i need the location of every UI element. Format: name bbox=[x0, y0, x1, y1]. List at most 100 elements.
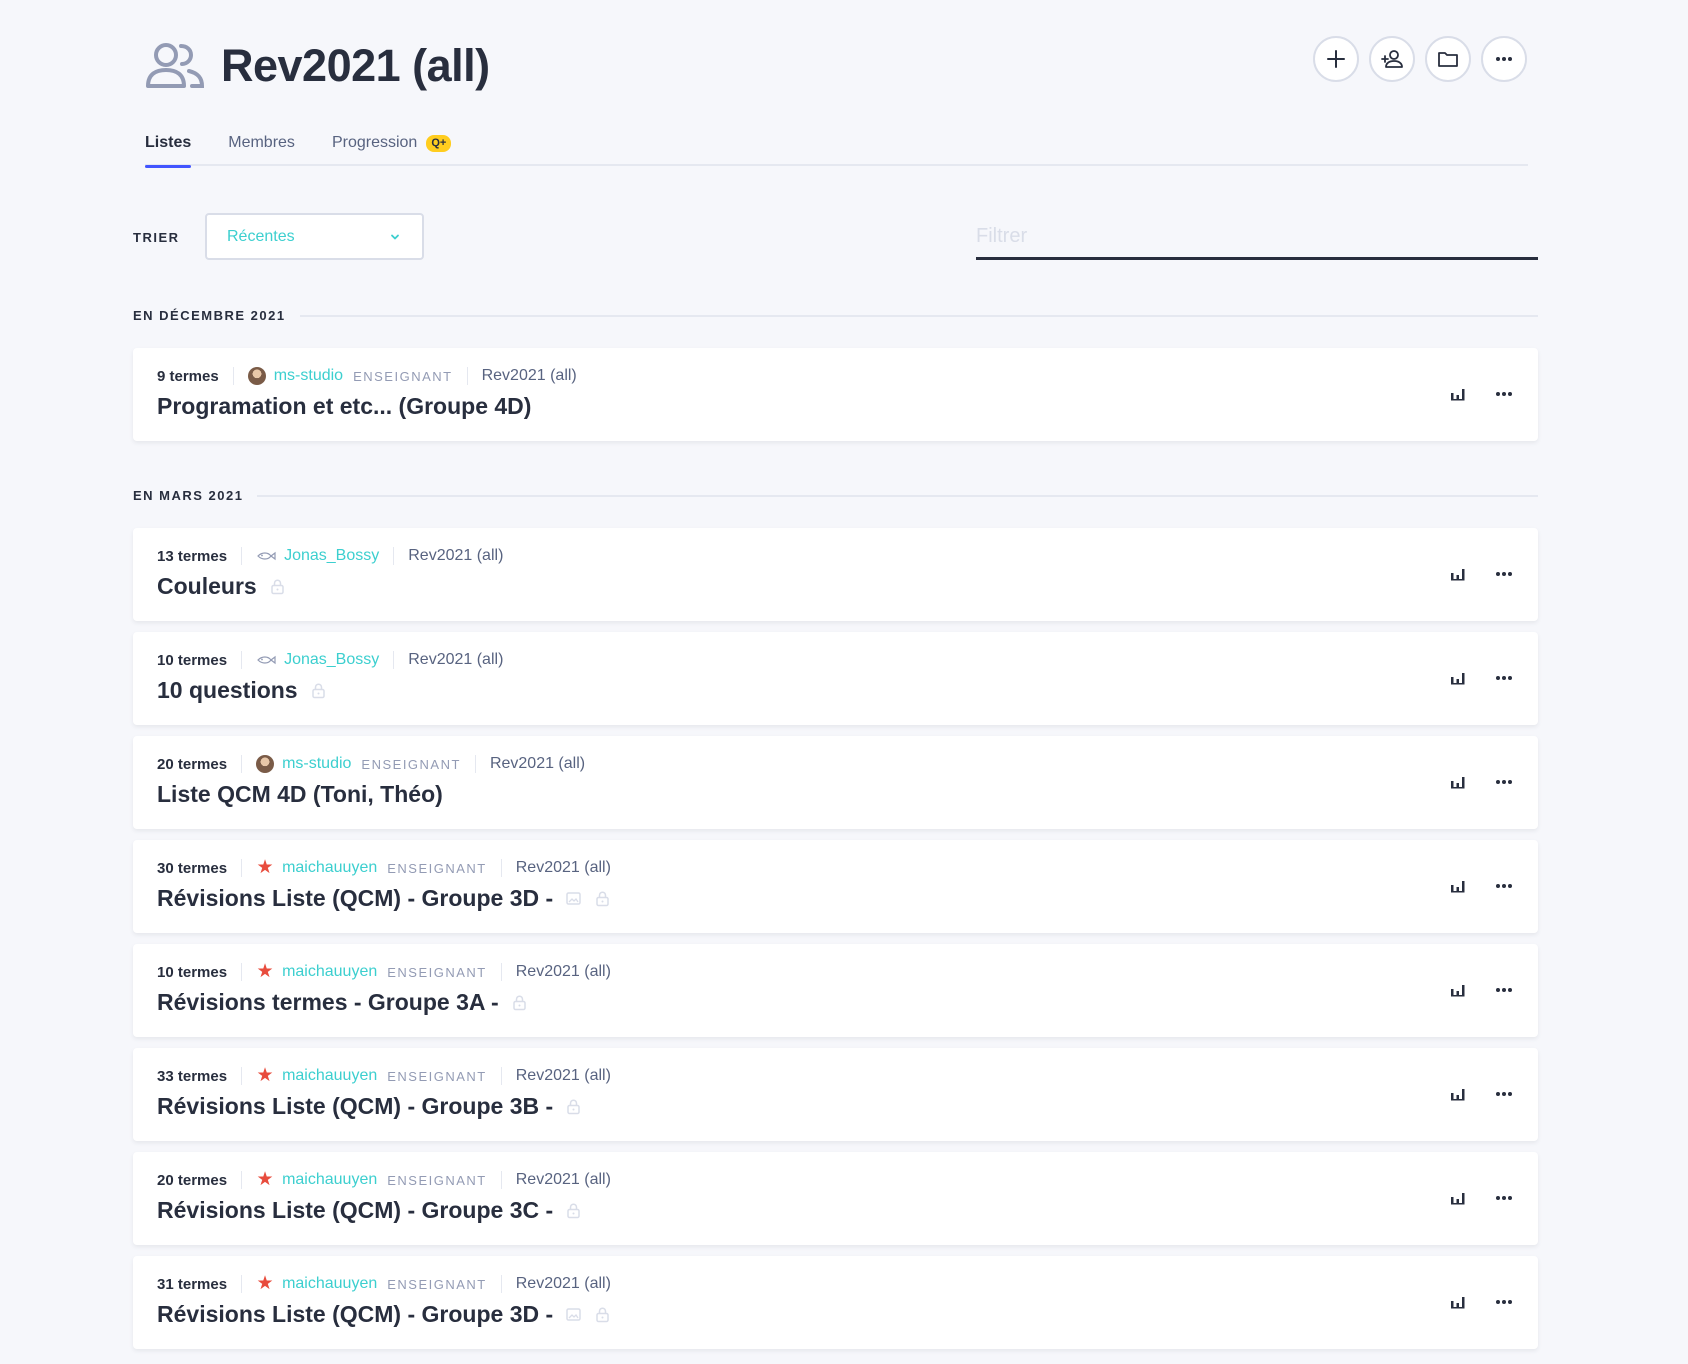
ellipsis-icon[interactable] bbox=[1494, 772, 1514, 792]
tab-label: Membres bbox=[228, 134, 295, 151]
set-card[interactable]: 13 termes Jonas_Bossy Rev2021 (all) Couleur… bbox=[133, 528, 1538, 621]
divider bbox=[474, 755, 476, 773]
set-title[interactable]: Programation et etc... (Groupe 4D) bbox=[157, 393, 531, 420]
add-button[interactable] bbox=[1313, 36, 1359, 82]
set-title[interactable]: Révisions Liste (QCM) - Groupe 3C - bbox=[157, 1197, 582, 1224]
class-name: Rev2021 (all) bbox=[515, 859, 611, 876]
set-title-text: Révisions Liste (QCM) - Groupe 3C - bbox=[157, 1197, 554, 1223]
ellipsis-icon[interactable] bbox=[1494, 668, 1514, 688]
creator-link[interactable]: maichauuyen bbox=[282, 859, 377, 877]
lock-icon bbox=[567, 1099, 580, 1115]
header-actions bbox=[1313, 36, 1527, 82]
ellipsis-icon[interactable] bbox=[1494, 1292, 1514, 1312]
tab-listes[interactable]: Listes bbox=[145, 128, 192, 168]
class-name: Rev2021 (all) bbox=[515, 963, 611, 980]
user-avatar bbox=[256, 755, 275, 773]
set-actions bbox=[1448, 1188, 1514, 1208]
ellipsis-icon[interactable] bbox=[1494, 1188, 1514, 1208]
divider bbox=[500, 1171, 502, 1189]
set-title-text: Révisions Liste (QCM) - Groupe 3D - bbox=[157, 1301, 554, 1327]
role-label: ENSEIGNANT bbox=[387, 964, 487, 980]
set-card[interactable]: 9 termes ms-studio ENSEIGNANT Rev2021 (all)… bbox=[133, 348, 1538, 441]
set-title[interactable]: Révisions Liste (QCM) - Groupe 3D - bbox=[157, 885, 611, 912]
creator-link[interactable]: ms-studio bbox=[274, 367, 343, 385]
set-meta: 10 termes ★ maichauuyen ENSEIGNANT Rev2021 (… bbox=[157, 961, 611, 983]
stats-icon[interactable] bbox=[1448, 1188, 1468, 1208]
term-count: 20 termes bbox=[157, 755, 228, 773]
ellipsis-icon[interactable] bbox=[1494, 1084, 1514, 1104]
role-label: ENSEIGNANT bbox=[387, 860, 487, 876]
creator-link[interactable]: maichauuyen bbox=[282, 963, 377, 981]
add-member-button[interactable] bbox=[1369, 36, 1415, 82]
set-actions bbox=[1448, 564, 1514, 584]
stats-icon[interactable] bbox=[1448, 384, 1468, 404]
set-meta: 20 termes ms-studio ENSEIGNANT Rev2021 (all… bbox=[157, 753, 585, 775]
stats-icon[interactable] bbox=[1448, 876, 1468, 896]
tab-label: Progression bbox=[331, 134, 418, 151]
stats-icon[interactable] bbox=[1448, 668, 1468, 688]
set-title[interactable]: Révisions termes - Groupe 3A - bbox=[157, 989, 528, 1016]
star-avatar-icon: ★ bbox=[256, 961, 274, 982]
creator-link[interactable]: ms-studio bbox=[282, 755, 351, 773]
set-card[interactable]: 10 termes Jonas_Bossy Rev2021 (all) 10 ques… bbox=[133, 632, 1538, 725]
section-divider bbox=[257, 494, 1538, 497]
sort-select[interactable]: Récentes bbox=[205, 213, 424, 260]
set-actions bbox=[1448, 384, 1514, 404]
divider bbox=[241, 1171, 243, 1189]
set-title[interactable]: Révisions Liste (QCM) - Groupe 3D - bbox=[157, 1301, 611, 1328]
set-card[interactable]: 20 termes ★ maichauuyen ENSEIGNANT Rev2021 (… bbox=[133, 1152, 1538, 1245]
section-header: EN MARS 2021 bbox=[133, 488, 1538, 503]
creator-link[interactable]: Jonas_Bossy bbox=[284, 547, 379, 565]
set-title[interactable]: Couleurs bbox=[157, 573, 286, 600]
set-title[interactable]: 10 questions bbox=[157, 677, 327, 704]
creator-link[interactable]: maichauuyen bbox=[282, 1067, 377, 1085]
lock-icon bbox=[567, 1203, 580, 1219]
creator-link[interactable]: maichauuyen bbox=[282, 1171, 377, 1189]
set-card[interactable]: 20 termes ms-studio ENSEIGNANT Rev2021 (all… bbox=[133, 736, 1538, 829]
image-icon bbox=[566, 892, 581, 905]
tab-membres[interactable]: Membres bbox=[228, 128, 295, 166]
page-header: Rev2021 (all) bbox=[145, 36, 490, 96]
page-title: Rev2021 (all) bbox=[221, 40, 490, 91]
role-label: ENSEIGNANT bbox=[387, 1068, 487, 1084]
ellipsis-icon[interactable] bbox=[1494, 876, 1514, 896]
role-label: ENSEIGNANT bbox=[387, 1172, 487, 1188]
set-title[interactable]: Liste QCM 4D (Toni, Théo) bbox=[157, 781, 443, 808]
set-card[interactable]: 31 termes ★ maichauuyen ENSEIGNANT Rev2021 (… bbox=[133, 1256, 1538, 1349]
divider bbox=[241, 1275, 243, 1293]
set-title[interactable]: Révisions Liste (QCM) - Groupe 3B - bbox=[157, 1093, 582, 1120]
stats-icon[interactable] bbox=[1448, 980, 1468, 1000]
class-name: Rev2021 (all) bbox=[408, 547, 504, 564]
user-avatar bbox=[247, 367, 266, 385]
folder-button[interactable] bbox=[1425, 36, 1471, 82]
creator-link[interactable]: Jonas_Bossy bbox=[284, 651, 379, 669]
set-actions bbox=[1448, 1292, 1514, 1312]
plus-badge: Q+ bbox=[426, 135, 452, 152]
ellipsis-icon[interactable] bbox=[1494, 384, 1514, 404]
stats-icon[interactable] bbox=[1448, 1292, 1468, 1312]
class-name: Rev2021 (all) bbox=[515, 1171, 611, 1188]
set-meta: 31 termes ★ maichauuyen ENSEIGNANT Rev2021 (… bbox=[157, 1273, 611, 1295]
set-card[interactable]: 10 termes ★ maichauuyen ENSEIGNANT Rev2021 (… bbox=[133, 944, 1538, 1037]
ellipsis-icon[interactable] bbox=[1494, 564, 1514, 584]
creator-link[interactable]: maichauuyen bbox=[282, 1275, 377, 1293]
stats-icon[interactable] bbox=[1448, 564, 1468, 584]
class-name: Rev2021 (all) bbox=[515, 1275, 611, 1292]
filter-input[interactable] bbox=[976, 216, 1538, 260]
tab-progression[interactable]: Progression Q+ bbox=[331, 128, 452, 166]
star-avatar-icon: ★ bbox=[256, 1169, 274, 1190]
divider bbox=[241, 859, 243, 877]
divider bbox=[241, 963, 243, 981]
class-name: Rev2021 (all) bbox=[481, 367, 577, 384]
set-card[interactable]: 30 termes ★ maichauuyen ENSEIGNANT Rev2021 (… bbox=[133, 840, 1538, 933]
ellipsis-icon[interactable] bbox=[1494, 980, 1514, 1000]
divider bbox=[500, 1067, 502, 1085]
folder-icon bbox=[1438, 52, 1458, 67]
stats-icon[interactable] bbox=[1448, 772, 1468, 792]
term-count: 9 termes bbox=[157, 367, 219, 385]
star-avatar-icon: ★ bbox=[256, 857, 274, 878]
set-card[interactable]: 33 termes ★ maichauuyen ENSEIGNANT Rev2021 (… bbox=[133, 1048, 1538, 1141]
more-options-button[interactable] bbox=[1481, 36, 1527, 82]
stats-icon[interactable] bbox=[1448, 1084, 1468, 1104]
chevron-down-icon bbox=[391, 234, 399, 239]
